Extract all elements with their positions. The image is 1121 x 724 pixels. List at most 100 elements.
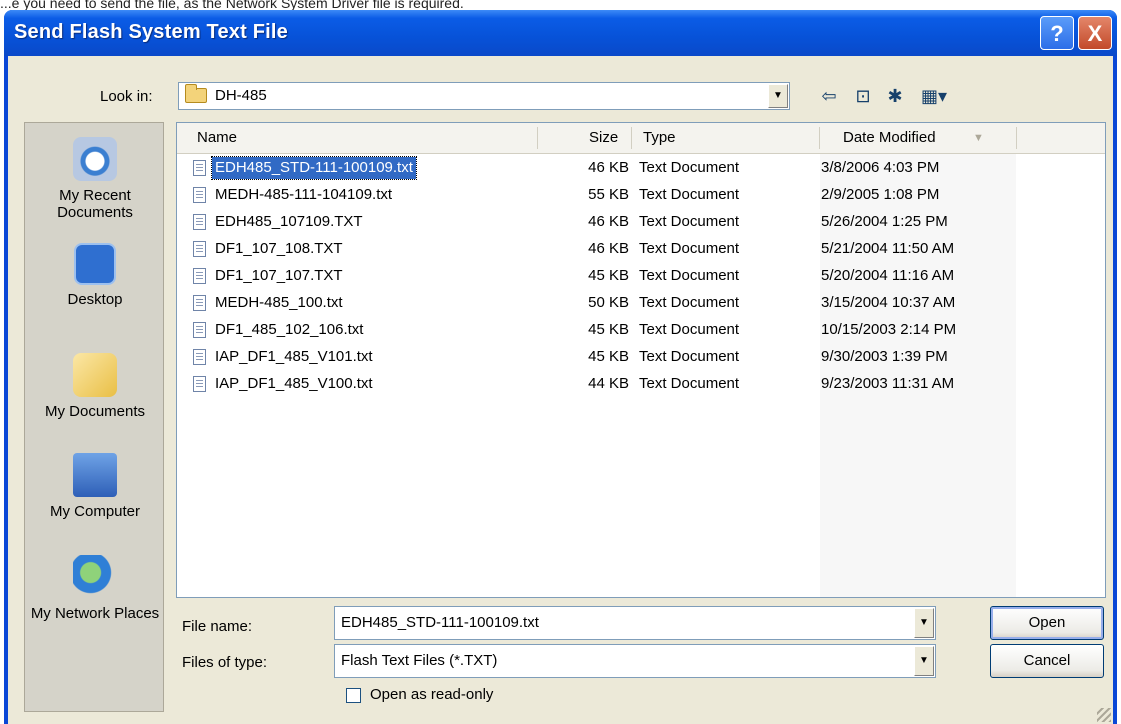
- resize-grip-icon[interactable]: [1097, 708, 1111, 722]
- back-icon[interactable]: ⇦: [818, 86, 840, 107]
- read-only-label[interactable]: Open as read-only: [370, 686, 493, 703]
- column-divider[interactable]: [819, 127, 820, 149]
- look-in-value: DH-485: [215, 87, 267, 104]
- file-row[interactable]: IAP_DF1_485_V100.txt 44 KB Text Document…: [177, 373, 1105, 395]
- place-label: Desktop: [67, 291, 123, 308]
- dialog-title: Send Flash System Text File: [14, 21, 289, 43]
- file-date: 5/21/2004 11:50 AM: [821, 240, 955, 257]
- file-date: 9/30/2003 1:39 PM: [821, 348, 948, 365]
- file-row[interactable]: MEDH-485-111-104109.txt 55 KB Text Docum…: [177, 184, 1105, 206]
- file-type-dropdown-button[interactable]: ▼: [914, 646, 934, 676]
- file-type: Text Document: [639, 213, 740, 230]
- file-row[interactable]: EDH485_STD-111-100109.txt 46 KB Text Doc…: [177, 156, 1105, 180]
- text-file-icon: [193, 241, 206, 257]
- chevron-down-icon: ▼: [919, 617, 929, 628]
- folder-icon: [185, 84, 207, 103]
- new-folder-icon[interactable]: ✱: [884, 86, 906, 107]
- text-file-icon: [193, 349, 206, 365]
- file-type: Text Document: [639, 348, 740, 365]
- file-type-select[interactable]: Flash Text Files (*.TXT) ▼: [334, 644, 936, 678]
- recent-documents-icon: [73, 137, 117, 181]
- place-desktop[interactable]: Desktop: [25, 243, 165, 308]
- file-name-label: File name:: [182, 618, 253, 635]
- file-name-value: EDH485_STD-111-100109.txt: [341, 614, 539, 631]
- column-divider[interactable]: [631, 127, 632, 149]
- file-row[interactable]: IAP_DF1_485_V101.txt 45 KB Text Document…: [177, 346, 1105, 368]
- title-bar[interactable]: Send Flash System Text File ? X: [4, 10, 1117, 56]
- cancel-button[interactable]: Cancel: [990, 644, 1104, 678]
- column-divider[interactable]: [1016, 127, 1017, 149]
- file-size: 45 KB: [588, 321, 629, 338]
- my-computer-icon: [73, 453, 117, 497]
- file-date: 5/20/2004 11:16 AM: [821, 267, 955, 284]
- file-size: 45 KB: [588, 348, 629, 365]
- file-name: MEDH-485_100.txt: [215, 294, 343, 311]
- file-row[interactable]: EDH485_107109.TXT 46 KB Text Document 5/…: [177, 211, 1105, 233]
- file-row[interactable]: DF1_107_108.TXT 46 KB Text Document 5/21…: [177, 238, 1105, 260]
- file-name: IAP_DF1_485_V101.txt: [215, 348, 373, 365]
- file-date: 9/23/2003 11:31 AM: [821, 375, 955, 392]
- place-my-documents[interactable]: My Documents: [25, 353, 165, 420]
- look-in-dropdown-button[interactable]: ▼: [768, 84, 788, 108]
- file-row[interactable]: MEDH-485_100.txt 50 KB Text Document 3/1…: [177, 292, 1105, 314]
- file-name: EDH485_STD-111-100109.txt: [211, 156, 417, 180]
- file-size: 50 KB: [588, 294, 629, 311]
- file-row[interactable]: DF1_485_102_106.txt 45 KB Text Document …: [177, 319, 1105, 341]
- place-label: My Network Places: [30, 605, 160, 622]
- dialog-body: Look in: DH-485 ▼ ⇦ ⊡ ✱ ▦▾ My Recent Doc…: [8, 56, 1113, 724]
- place-label: My Documents: [44, 403, 146, 420]
- file-size: 44 KB: [588, 375, 629, 392]
- file-size: 46 KB: [588, 159, 629, 176]
- column-header-size[interactable]: Size: [589, 129, 618, 146]
- file-list[interactable]: Name Size Type Date Modified ▼ EDH485_ST…: [176, 122, 1106, 598]
- place-network[interactable]: My Network Places: [25, 555, 165, 622]
- view-menu-icon[interactable]: ▦▾: [918, 86, 950, 107]
- read-only-checkbox[interactable]: [346, 688, 361, 703]
- file-date: 5/26/2004 1:25 PM: [821, 213, 948, 230]
- file-type: Text Document: [639, 240, 740, 257]
- my-documents-icon: [73, 353, 117, 397]
- look-in-combo[interactable]: DH-485 ▼: [178, 82, 790, 110]
- place-my-computer[interactable]: My Computer: [25, 453, 165, 520]
- file-date: 2/9/2005 1:08 PM: [821, 186, 940, 203]
- places-bar: My Recent Documents Desktop My Documents…: [24, 122, 164, 712]
- file-date: 3/15/2004 10:37 AM: [821, 294, 956, 311]
- file-type-label: Files of type:: [182, 654, 268, 671]
- file-date: 3/8/2006 4:03 PM: [821, 159, 940, 176]
- network-places-icon: [73, 555, 117, 599]
- column-header-type[interactable]: Type: [643, 129, 676, 146]
- text-file-icon: [193, 268, 206, 284]
- file-type: Text Document: [639, 321, 740, 338]
- file-name: MEDH-485-111-104109.txt: [215, 186, 393, 203]
- file-name-input[interactable]: EDH485_STD-111-100109.txt ▼: [334, 606, 936, 640]
- sort-descending-icon: ▼: [973, 132, 984, 144]
- column-divider[interactable]: [537, 127, 538, 149]
- file-type: Text Document: [639, 159, 740, 176]
- file-name: DF1_485_102_106.txt: [215, 321, 364, 338]
- open-button[interactable]: Open: [990, 606, 1104, 640]
- background-document-text: ...e you need to send the file, as the N…: [0, 0, 464, 10]
- file-row[interactable]: DF1_107_107.TXT 45 KB Text Document 5/20…: [177, 265, 1105, 287]
- up-folder-icon[interactable]: ⊡: [852, 86, 874, 107]
- file-date: 10/15/2003 2:14 PM: [821, 321, 957, 338]
- file-name: DF1_107_108.TXT: [215, 240, 343, 257]
- help-button[interactable]: ?: [1040, 16, 1074, 50]
- text-file-icon: [193, 295, 206, 311]
- place-label: My Recent Documents: [57, 187, 133, 221]
- close-button[interactable]: X: [1078, 16, 1112, 50]
- file-size: 45 KB: [588, 267, 629, 284]
- text-file-icon: [193, 160, 206, 176]
- file-type: Text Document: [639, 375, 740, 392]
- column-header-name[interactable]: Name: [197, 129, 237, 146]
- list-header: Name Size Type Date Modified ▼: [177, 123, 1105, 154]
- file-name-dropdown-button[interactable]: ▼: [914, 608, 934, 638]
- chevron-down-icon: ▼: [773, 90, 783, 101]
- file-name: IAP_DF1_485_V100.txt: [215, 375, 373, 392]
- file-size: 46 KB: [588, 240, 629, 257]
- file-type: Text Document: [639, 267, 740, 284]
- open-file-dialog: Send Flash System Text File ? X Look in:…: [4, 10, 1117, 724]
- text-file-icon: [193, 214, 206, 230]
- file-size: 55 KB: [588, 186, 629, 203]
- place-recent-documents[interactable]: My Recent Documents: [25, 137, 165, 221]
- column-header-date[interactable]: Date Modified: [843, 129, 936, 146]
